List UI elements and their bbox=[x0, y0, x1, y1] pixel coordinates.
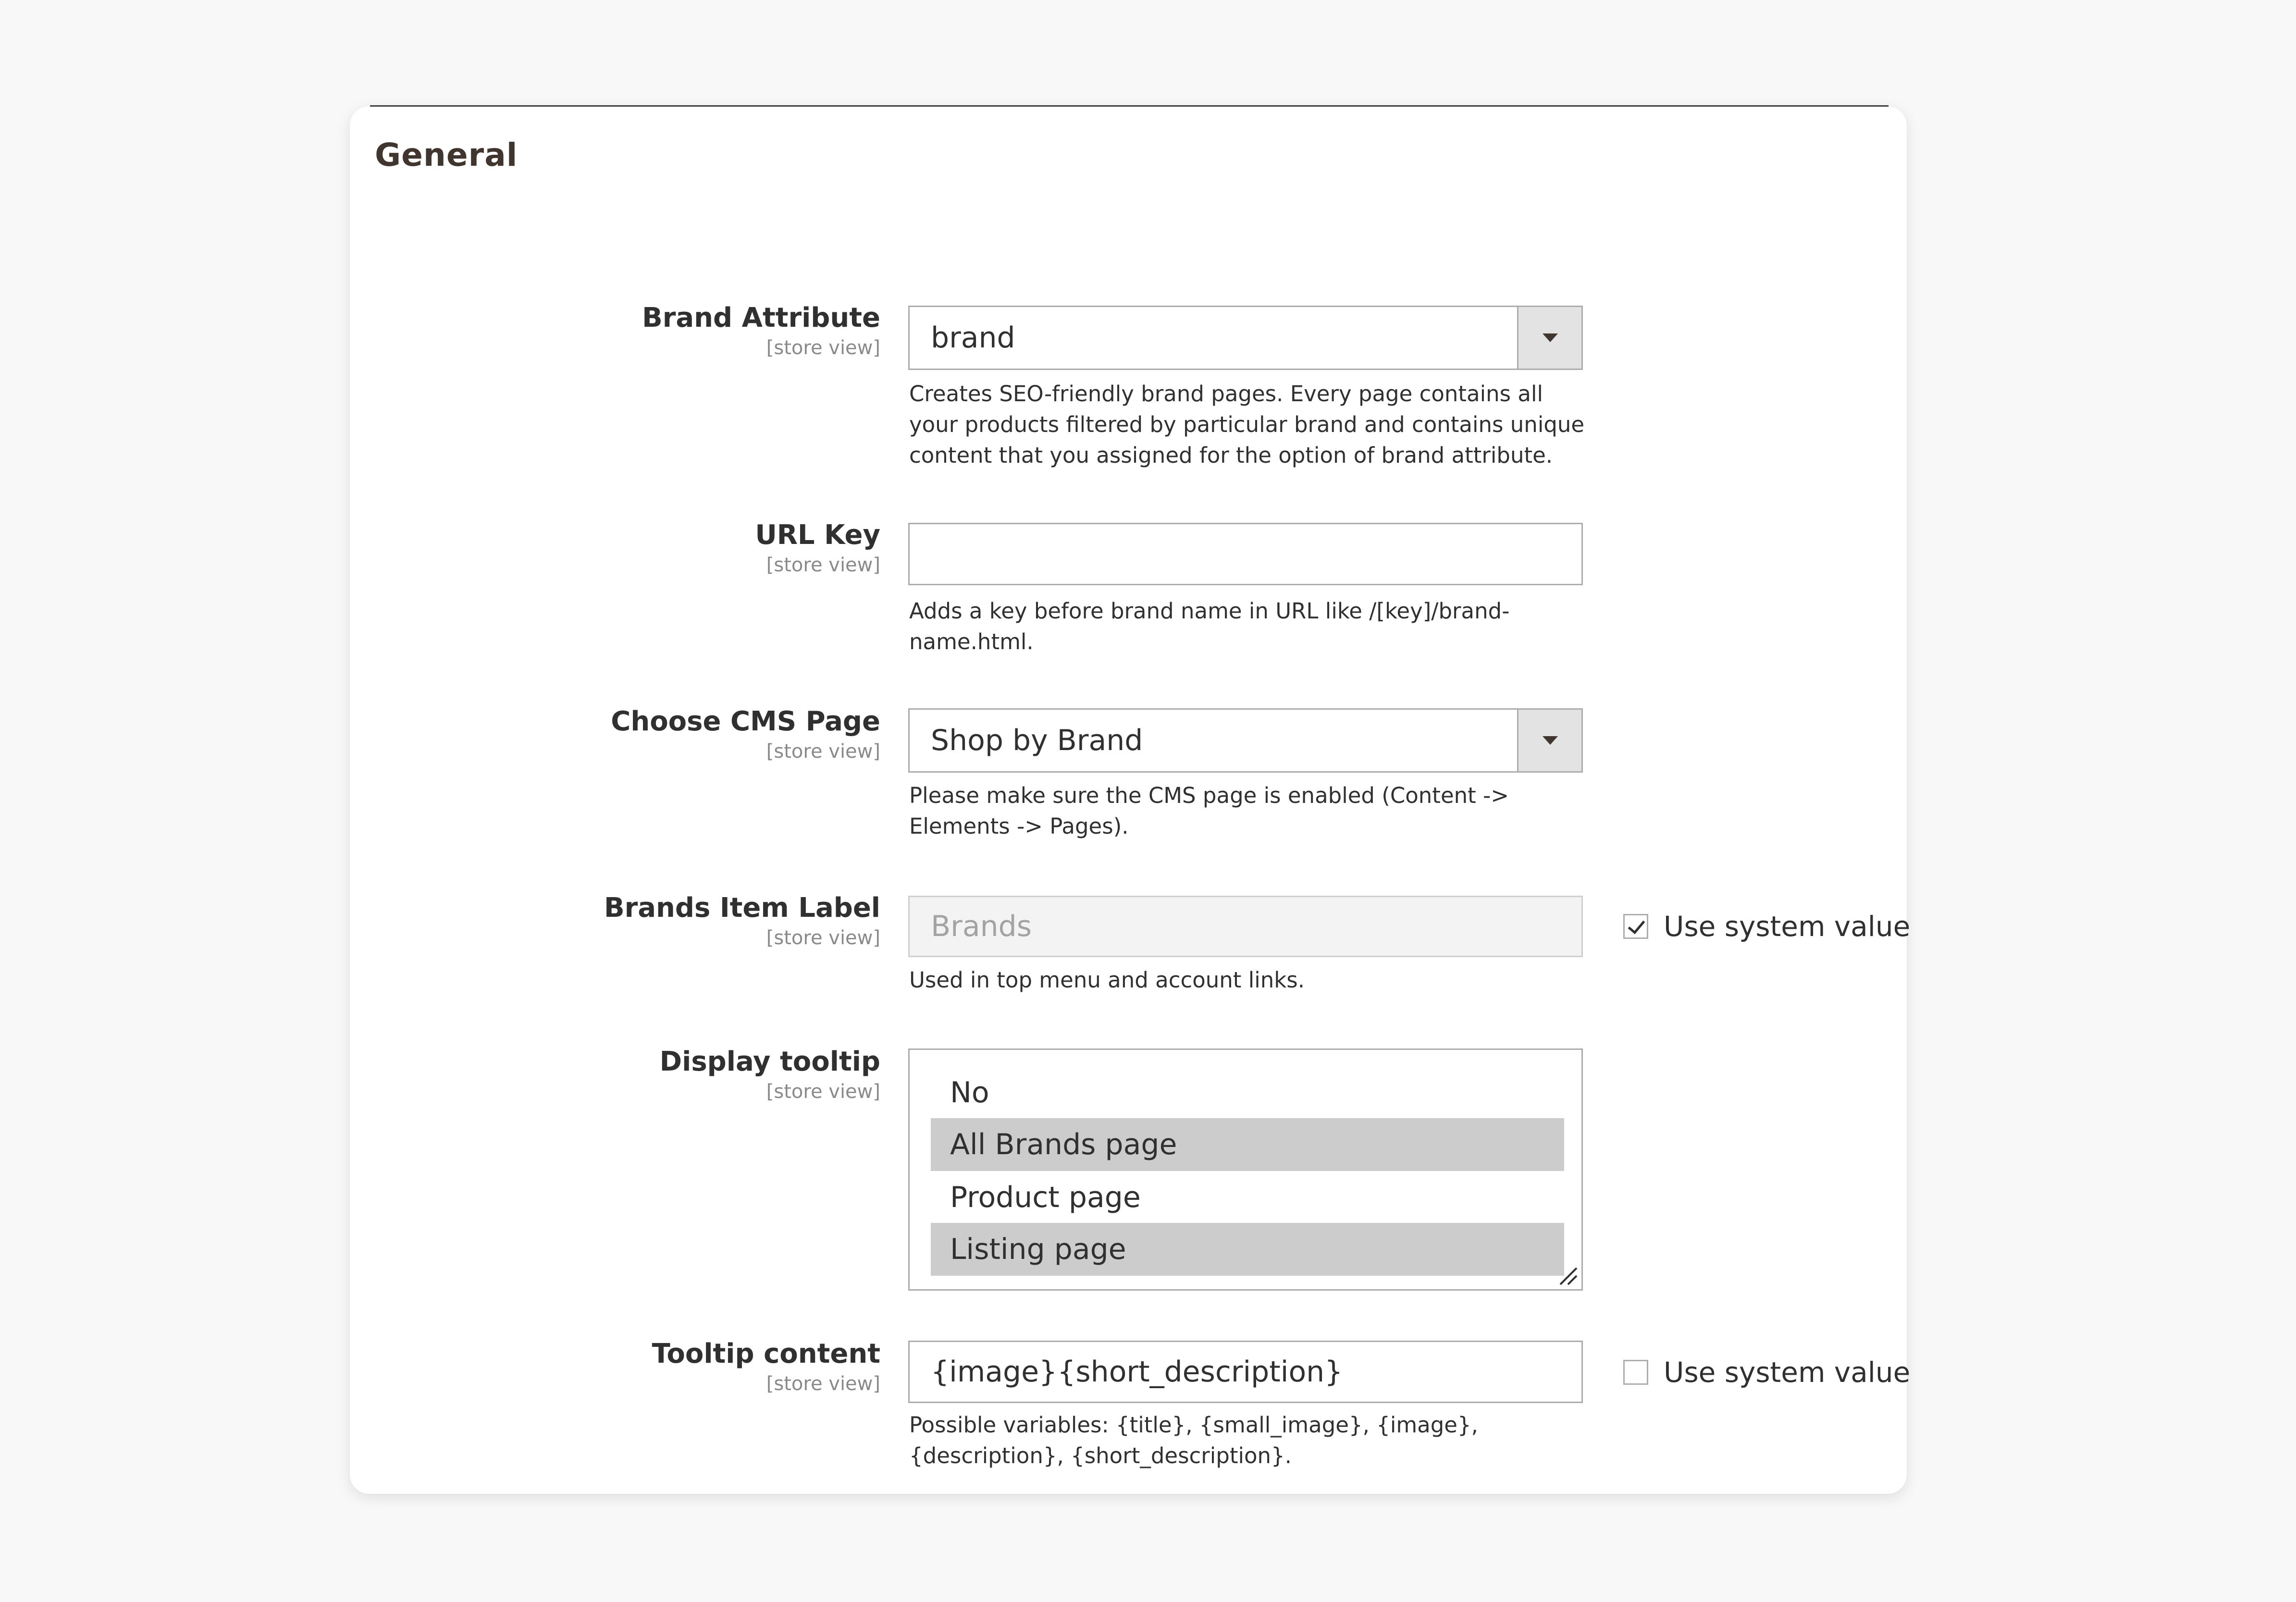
url-key-input[interactable] bbox=[908, 523, 1583, 585]
cms-page-select[interactable]: Shop by Brand bbox=[908, 708, 1583, 773]
resize-handle-icon[interactable] bbox=[1557, 1265, 1578, 1285]
brands-item-label-note: Used in top menu and account links. bbox=[909, 967, 1305, 993]
use-system-value-checkbox[interactable] bbox=[1623, 1360, 1648, 1385]
scope-label: [store view] bbox=[766, 554, 880, 576]
display-tooltip-option[interactable]: All Brands page bbox=[931, 1118, 1564, 1171]
option-label: No bbox=[950, 1076, 989, 1109]
brand-attribute-value: brand bbox=[931, 321, 1015, 355]
url-key-label: URL Key bbox=[755, 519, 880, 551]
scope-label: [store view] bbox=[766, 1373, 880, 1395]
cms-page-dropdown-button[interactable] bbox=[1517, 710, 1581, 771]
tooltip-content-label: Tooltip content bbox=[652, 1338, 880, 1369]
brand-attribute-label: Brand Attribute bbox=[642, 302, 880, 333]
display-tooltip-option[interactable]: No bbox=[931, 1066, 1564, 1119]
brands-item-label-group: Brands Item Label [store view] bbox=[604, 895, 880, 948]
scope-label: [store view] bbox=[766, 1081, 880, 1103]
brands-item-label: Brands Item Label bbox=[604, 892, 880, 924]
display-tooltip-option[interactable]: Listing page bbox=[931, 1223, 1564, 1276]
brands-item-label-use-system-value[interactable]: Use system value bbox=[1623, 910, 1911, 943]
panel-top-border bbox=[370, 105, 1889, 107]
display-tooltip-option[interactable]: Product page bbox=[931, 1171, 1564, 1224]
display-tooltip-multiselect[interactable]: No All Brands page Product page Listing … bbox=[908, 1048, 1583, 1291]
display-tooltip-label-group: Display tooltip [store view] bbox=[659, 1046, 880, 1103]
chevron-down-icon bbox=[1542, 736, 1558, 745]
cms-page-label-group: Choose CMS Page [store view] bbox=[611, 706, 880, 763]
brand-attribute-note: Creates SEO-friendly brand pages. Every … bbox=[909, 381, 1585, 468]
section-title: General bbox=[375, 136, 518, 173]
tooltip-content-use-system-value[interactable]: Use system value bbox=[1623, 1356, 1911, 1389]
brand-attribute-label-group: Brand Attribute [store view] bbox=[642, 302, 880, 359]
tooltip-content-label-group: Tooltip content [store view] bbox=[652, 1338, 880, 1395]
use-system-value-label: Use system value bbox=[1664, 910, 1911, 943]
url-key-note: Adds a key before brand name in URL like… bbox=[909, 598, 1510, 654]
option-label: Listing page bbox=[950, 1232, 1126, 1266]
option-label: Product page bbox=[950, 1181, 1141, 1214]
tooltip-content-note: Possible variables: {title}, {small_imag… bbox=[909, 1412, 1478, 1468]
brands-item-label-input[interactable]: Brands bbox=[908, 896, 1583, 957]
option-label: All Brands page bbox=[950, 1128, 1177, 1161]
tooltip-content-value: {image}{short_description} bbox=[931, 1355, 1343, 1389]
url-key-label-group: URL Key [store view] bbox=[755, 522, 880, 575]
display-tooltip-label: Display tooltip bbox=[659, 1046, 880, 1077]
cms-page-value: Shop by Brand bbox=[931, 724, 1143, 757]
scope-label: [store view] bbox=[766, 927, 880, 949]
brand-attribute-select[interactable]: brand bbox=[908, 306, 1583, 370]
brand-attribute-dropdown-button[interactable] bbox=[1517, 307, 1581, 369]
cms-page-note: Please make sure the CMS page is enabled… bbox=[909, 783, 1509, 839]
use-system-value-label: Use system value bbox=[1664, 1356, 1911, 1389]
tooltip-content-input[interactable]: {image}{short_description} bbox=[908, 1341, 1583, 1403]
scope-label: [store view] bbox=[766, 740, 880, 763]
chevron-down-icon bbox=[1542, 333, 1558, 342]
cms-page-label: Choose CMS Page bbox=[611, 706, 880, 737]
use-system-value-checkbox[interactable] bbox=[1623, 914, 1648, 939]
brands-item-label-value: Brands bbox=[931, 910, 1032, 943]
scope-label: [store view] bbox=[766, 337, 880, 359]
